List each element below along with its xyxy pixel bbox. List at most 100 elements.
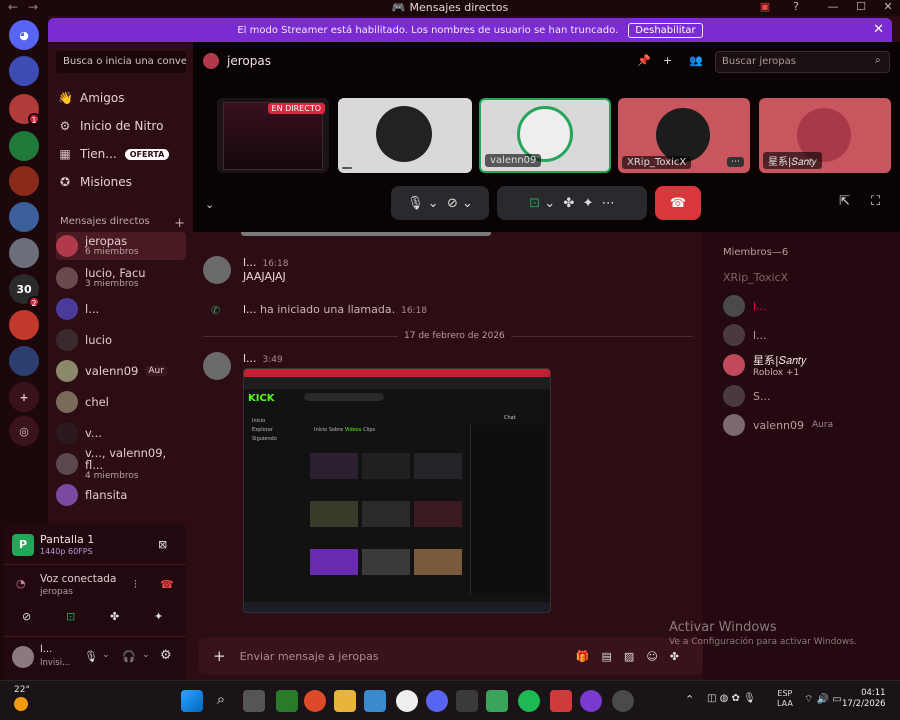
disconnect-icon[interactable]: ☎ [160, 578, 174, 591]
nav-nitro[interactable]: ⚙ Inicio de Nitro [58, 115, 188, 137]
avatar[interactable] [203, 352, 231, 380]
explore-icon[interactable]: ◎ [9, 416, 39, 446]
mic-icon[interactable]: 🎙 [84, 650, 98, 663]
effects-icon[interactable]: ✦ [154, 610, 163, 623]
discord-home-icon[interactable]: ◕ [9, 20, 39, 50]
add-friend-icon[interactable]: + [663, 54, 672, 67]
weather-temp[interactable]: 22° [14, 685, 30, 695]
server-icon[interactable] [9, 166, 39, 196]
pinned-icon[interactable]: 📌 [637, 54, 651, 67]
start-icon[interactable] [181, 690, 203, 712]
camera-off-icon[interactable]: ⊘ [22, 610, 31, 623]
friends-icon: 👋 [58, 91, 73, 105]
screen-share-icon[interactable]: ▣ [755, 0, 775, 13]
nav-friends[interactable]: 👋 Amigos [58, 87, 188, 109]
search-icon[interactable]: ⌕ [210, 690, 232, 712]
help-icon[interactable]: ? [786, 0, 806, 13]
add-server-icon[interactable]: + [9, 382, 39, 412]
chevron-down-icon[interactable]: ⌄ [205, 198, 214, 211]
composer-actions[interactable]: 🎁▤▨☺✤ [576, 650, 691, 663]
settings-gear-icon[interactable]: ⚙ [160, 648, 172, 663]
server-icon[interactable] [9, 56, 39, 86]
server-icon[interactable] [9, 238, 39, 268]
app-icon[interactable] [612, 690, 634, 712]
dm-item[interactable]: v..., valenn09, fl... 4 miembros [56, 447, 186, 481]
weather-icon[interactable] [14, 697, 28, 711]
dm-item[interactable]: lucio, Facu 3 miembros [56, 264, 186, 292]
activities-icon[interactable]: ✤ [110, 610, 119, 623]
dm-item[interactable]: jeropas 6 miembros [56, 232, 186, 260]
clock-app-icon[interactable] [396, 690, 418, 712]
maximize-icon[interactable]: ☐ [851, 0, 871, 13]
search-conversation-input[interactable]: Busca o inicia una conver... [56, 51, 186, 73]
dm-item[interactable]: lucio [56, 326, 186, 354]
server-icon[interactable] [9, 310, 39, 340]
spotify-icon[interactable] [518, 690, 540, 712]
server-icon[interactable] [9, 202, 39, 232]
soundboard-icon[interactable]: ⫶ [134, 578, 137, 592]
app-icon[interactable] [456, 690, 478, 712]
members-icon[interactable]: 👥 [689, 54, 703, 67]
mic-app-icon[interactable] [550, 690, 572, 712]
input-language[interactable]: ESP LAA [777, 689, 793, 709]
participant-tile[interactable]: 星系|𝑆𝑎𝑛𝑡𝑦 [759, 98, 891, 173]
stream-tile[interactable]: EN DIRECTO [217, 98, 329, 173]
member-item[interactable]: l... [723, 322, 767, 348]
dm-item[interactable]: flansita [56, 481, 186, 509]
clan-tag: Aura [812, 420, 834, 430]
store-icon[interactable] [364, 690, 386, 712]
dm-item[interactable]: v... [56, 419, 186, 447]
minecraft-icon[interactable] [486, 690, 508, 712]
avatar[interactable] [12, 646, 34, 668]
member-item[interactable]: 星系|𝑆𝑎𝑛𝑡𝑦 Roblox +1 [723, 352, 806, 378]
network-volume-icons[interactable]: ⌔ 🔊 ▭ [804, 693, 842, 706]
tray-icons[interactable]: ◫ ◍ ✿ 🎙 [707, 693, 756, 704]
chevron-down-icon[interactable]: ⌄ [102, 650, 110, 660]
minimize-icon[interactable]: — [823, 0, 843, 13]
pop-out-icon[interactable]: ⇱ [839, 194, 850, 209]
hang-up-button[interactable]: ☎ [655, 186, 701, 220]
member-item[interactable]: valenn09 Aura [723, 412, 833, 438]
member-item[interactable]: l... [723, 293, 767, 319]
tray-chevron-icon[interactable]: ⌃ [685, 693, 694, 706]
member-item[interactable]: S... [723, 383, 770, 409]
participant-tile[interactable] [338, 98, 472, 173]
signal-icon[interactable]: ◔ [16, 577, 26, 590]
chrome-icon[interactable] [304, 690, 326, 712]
share-screen-icon[interactable]: ⊡ [66, 610, 75, 623]
server-icon[interactable] [9, 346, 39, 376]
participant-tile[interactable]: XRip_ToxicX ⋯ [618, 98, 750, 173]
avatar [56, 484, 78, 506]
close-banner-icon[interactable]: ✕ [873, 22, 884, 37]
dm-item[interactable]: valenn09 Aur [56, 357, 186, 385]
activity-controls[interactable]: ⊡ ⌄ ✤ ✦ ⋯ [497, 186, 647, 220]
message-input[interactable]: Enviar mensaje a jeropas [240, 650, 379, 663]
nav-shop[interactable]: ▦ Tien... OFERTA [58, 143, 188, 165]
app-icon[interactable] [276, 690, 298, 712]
server-icon[interactable] [9, 131, 39, 161]
search-input[interactable]: Buscar jeropas [715, 51, 890, 73]
close-window-icon[interactable]: ✕ [878, 0, 898, 13]
voice-channel[interactable]: jeropas [40, 587, 73, 597]
avatar[interactable] [203, 256, 231, 284]
task-view-icon[interactable] [243, 690, 265, 712]
dm-item[interactable]: chel [56, 388, 186, 416]
disable-button[interactable]: Deshabilitar [628, 22, 703, 38]
member-item[interactable]: XRip_ToxicX [723, 264, 788, 290]
dm-item[interactable]: l... [56, 295, 186, 323]
fullscreen-icon[interactable]: ⛶ [871, 194, 880, 209]
file-explorer-icon[interactable] [334, 690, 356, 712]
add-dm-icon[interactable]: + [174, 216, 185, 231]
discord-icon[interactable] [426, 690, 448, 712]
clock[interactable]: 04:11 17/2/2026 [842, 688, 886, 710]
add-attachment-icon[interactable]: + [213, 647, 226, 665]
chevron-down-icon[interactable]: ⌄ [142, 650, 150, 660]
more-icon[interactable]: ⋯ [727, 157, 744, 167]
stop-stream-icon[interactable]: ⊠ [158, 538, 167, 551]
participant-tile[interactable]: valenn09 [479, 98, 611, 173]
mic-control[interactable]: 🎙 ⌄ ⊘ ⌄ [391, 186, 489, 220]
screenshot-attachment[interactable]: KICK Inicio Explorar Siguiendo Inicio Sobr… [243, 368, 551, 613]
nav-quests[interactable]: ✪ Misiones [58, 171, 188, 193]
headset-icon[interactable]: 🎧 [122, 650, 136, 663]
app-icon[interactable] [580, 690, 602, 712]
